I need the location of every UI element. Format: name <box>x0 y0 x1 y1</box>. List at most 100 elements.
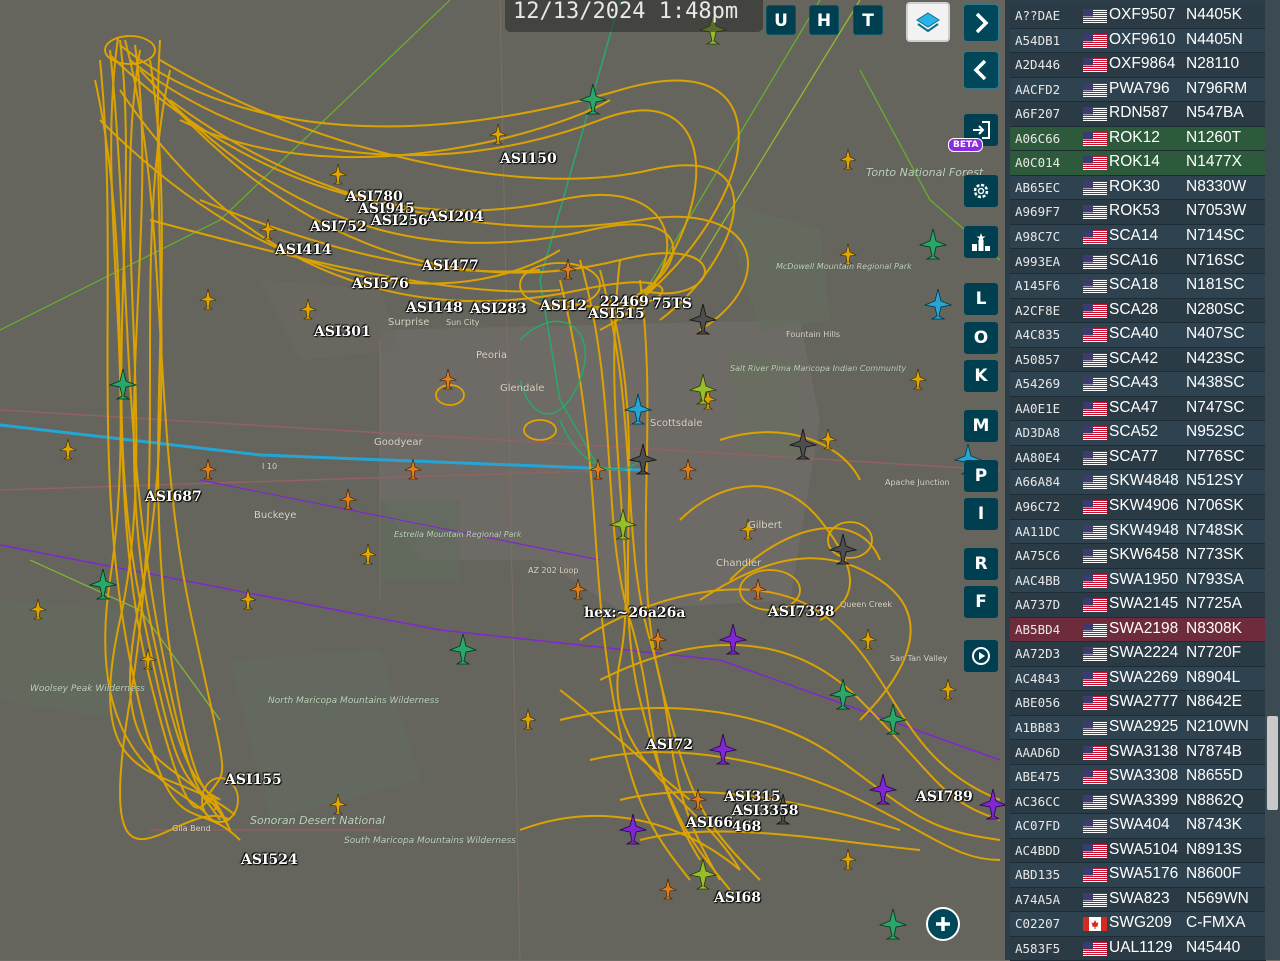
t-button[interactable]: T <box>853 5 883 35</box>
aircraft-row[interactable]: A969F7 ROK53 N7053W <box>1010 200 1266 225</box>
k-button[interactable]: K <box>964 360 998 392</box>
hex-code: A6F207 <box>1015 106 1061 122</box>
layers-button[interactable] <box>906 2 950 42</box>
aircraft-row[interactable]: AA11DC SKW4948 N748SK <box>1010 519 1266 545</box>
flight-label[interactable]: ASI477 <box>422 258 479 274</box>
r-button[interactable]: R <box>964 548 998 580</box>
aircraft-row[interactable]: ABE475 SWA3308 N8655D <box>1010 765 1266 790</box>
callsign: SCA28 <box>1109 300 1159 318</box>
hex-code: A54269 <box>1015 376 1061 392</box>
h-button[interactable]: H <box>809 5 839 35</box>
aircraft-row[interactable]: AC07FD SWA404 N8743K <box>1010 814 1266 839</box>
aircraft-row[interactable]: AAC4BB SWA1950 N793SA <box>1010 568 1266 594</box>
next-button[interactable] <box>963 4 999 42</box>
flight-label[interactable]: ASI301 <box>314 324 371 340</box>
aircraft-row[interactable]: A74A5A SWA823 N569WN <box>1010 887 1266 913</box>
flight-label[interactable]: 75TS <box>652 296 692 312</box>
aircraft-row[interactable]: AACFD2 PWA796 N796RM <box>1010 77 1266 103</box>
p-button[interactable]: P <box>964 460 998 492</box>
aircraft-row[interactable]: A6F207 RDN587 N547BA <box>1010 102 1266 127</box>
aircraft-row[interactable]: AA737D SWA2145 N7725A <box>1010 593 1266 618</box>
o-button[interactable]: O <box>964 322 998 354</box>
callsign: SWA3399 <box>1109 791 1179 809</box>
callsign: SWA2145 <box>1109 595 1179 613</box>
flight-label[interactable]: ASI752 <box>310 219 367 235</box>
aircraft-row[interactable]: ABE056 SWA2777 N8642E <box>1010 691 1266 716</box>
i-button[interactable]: I <box>964 498 998 530</box>
aircraft-row[interactable]: A06C66 ROK12 N1260T <box>1010 126 1266 152</box>
flight-label[interactable]: ASI256 <box>371 213 428 229</box>
aircraft-row[interactable]: AC4843 SWA2269 N8904L <box>1010 666 1266 692</box>
settings-button[interactable] <box>964 175 998 207</box>
aircraft-row[interactable]: A66A84 SKW4848 N512SY <box>1010 470 1266 495</box>
hex-code: AC4843 <box>1015 670 1061 686</box>
scrollbar-thumb[interactable] <box>1267 716 1278 810</box>
aircraft-row[interactable]: A4C835 SCA40 N407SC <box>1010 323 1266 348</box>
aircraft-row[interactable]: A2D446 OXF9864 N28110 <box>1010 53 1266 78</box>
zoom-in-button[interactable] <box>926 907 960 941</box>
hex-code: A1BB83 <box>1015 719 1061 735</box>
flight-label[interactable]: 22469 <box>600 294 649 310</box>
registration: N28110 <box>1186 55 1240 73</box>
flight-label[interactable]: hex:~26a26a <box>584 605 685 621</box>
m-button[interactable]: M <box>964 410 998 442</box>
aircraft-row[interactable]: A??DAE OXF9507 N4405K <box>1010 4 1266 29</box>
registration: N7720F <box>1186 644 1242 662</box>
aircraft-row[interactable]: AC36CC SWA3399 N8862Q <box>1010 789 1266 815</box>
flight-label[interactable]: ASI789 <box>916 789 973 805</box>
aircraft-row[interactable]: AA75C6 SKW6458 N773SK <box>1010 544 1266 569</box>
aircraft-row[interactable]: AA80E4 SCA77 N776SC <box>1010 445 1266 471</box>
aircraft-row[interactable]: A50857 SCA42 N423SC <box>1010 347 1266 373</box>
aircraft-row[interactable]: A0C014 ROK14 N1477X <box>1010 151 1266 176</box>
aircraft-row[interactable]: AB65EC ROK30 N8330W <box>1010 175 1266 201</box>
aircraft-row[interactable]: A145F6 SCA18 N181SC <box>1010 274 1266 299</box>
aircraft-row[interactable]: AC4BDD SWA5104 N8913S <box>1010 838 1266 864</box>
flight-label[interactable]: ASI414 <box>275 242 332 258</box>
us-flag-icon <box>1083 254 1107 269</box>
aircraft-row[interactable]: A993EA SCA16 N716SC <box>1010 249 1266 274</box>
prev-button[interactable] <box>963 51 999 89</box>
aircraft-row[interactable]: AAAD6D SWA3138 N7874B <box>1010 740 1266 765</box>
flight-label[interactable]: ASI150 <box>500 151 557 167</box>
aircraft-row[interactable]: AA72D3 SWA2224 N7720F <box>1010 642 1266 667</box>
flight-label[interactable]: ASI148 <box>406 300 463 316</box>
aircraft-row[interactable]: A583F5 UAL1129 N45440 <box>1010 936 1266 961</box>
flight-label[interactable]: ASI687 <box>145 489 202 505</box>
us-flag-icon <box>1083 500 1107 514</box>
registration: N716SC <box>1186 251 1245 269</box>
flight-label[interactable]: ASI576 <box>352 276 409 292</box>
map-canvas[interactable]: Surprise Sun City Peoria Glendale Goodye… <box>0 0 1005 960</box>
u-button[interactable]: U <box>766 5 796 35</box>
flight-label[interactable]: ASI155 <box>225 772 282 788</box>
flight-label[interactable]: ASI12 <box>540 298 587 314</box>
place-mcdowell: McDowell Mountain Regional Park <box>776 262 912 272</box>
replay-button[interactable] <box>964 640 998 672</box>
aircraft-row[interactable]: A2CF8E SCA28 N280SC <box>1010 298 1266 324</box>
aircraft-row[interactable]: A54DB1 OXF9610 N4405N <box>1010 28 1266 54</box>
f-button[interactable]: F <box>964 586 998 618</box>
flight-label[interactable]: ASI283 <box>470 301 527 317</box>
aircraft-row[interactable]: A54269 SCA43 N438SC <box>1010 372 1266 397</box>
flight-label[interactable]: ASI204 <box>427 209 484 225</box>
us-flag-icon <box>1083 82 1107 97</box>
place-sun-city: Sun City <box>446 318 480 327</box>
aircraft-row[interactable]: A1BB83 SWA2925 N210WN <box>1010 715 1266 741</box>
aircraft-row[interactable]: AD3DA8 SCA52 N952SC <box>1010 421 1266 446</box>
aircraft-row[interactable]: ABD135 SWA5176 N8600F <box>1010 863 1266 888</box>
l-button[interactable]: L <box>964 283 998 315</box>
flight-label[interactable]: ASI68 <box>714 890 761 906</box>
flight-label[interactable]: ASI3358 <box>732 803 799 819</box>
aircraft-row[interactable]: AB5BD4 SWA2198 N8308K <box>1010 617 1266 643</box>
us-flag-icon <box>1083 843 1107 858</box>
flight-label[interactable]: 468 <box>732 819 761 835</box>
flight-label[interactable]: ASI7338 <box>768 604 835 620</box>
flight-label[interactable]: ASI524 <box>241 852 298 868</box>
flight-label[interactable]: ASI72 <box>646 737 693 753</box>
aircraft-row[interactable]: AA0E1E SCA47 N747SC <box>1010 396 1266 422</box>
stats-button[interactable] <box>964 226 998 258</box>
flight-label[interactable]: ASI66 <box>686 815 733 831</box>
aircraft-row[interactable]: C02207 SWG209 C-FMXA <box>1010 912 1266 937</box>
aircraft-row[interactable]: A96C72 SKW4906 N706SK <box>1010 495 1266 520</box>
scrollbar-track[interactable] <box>1265 0 1280 960</box>
aircraft-row[interactable]: A98C7C SCA14 N714SC <box>1010 224 1266 250</box>
